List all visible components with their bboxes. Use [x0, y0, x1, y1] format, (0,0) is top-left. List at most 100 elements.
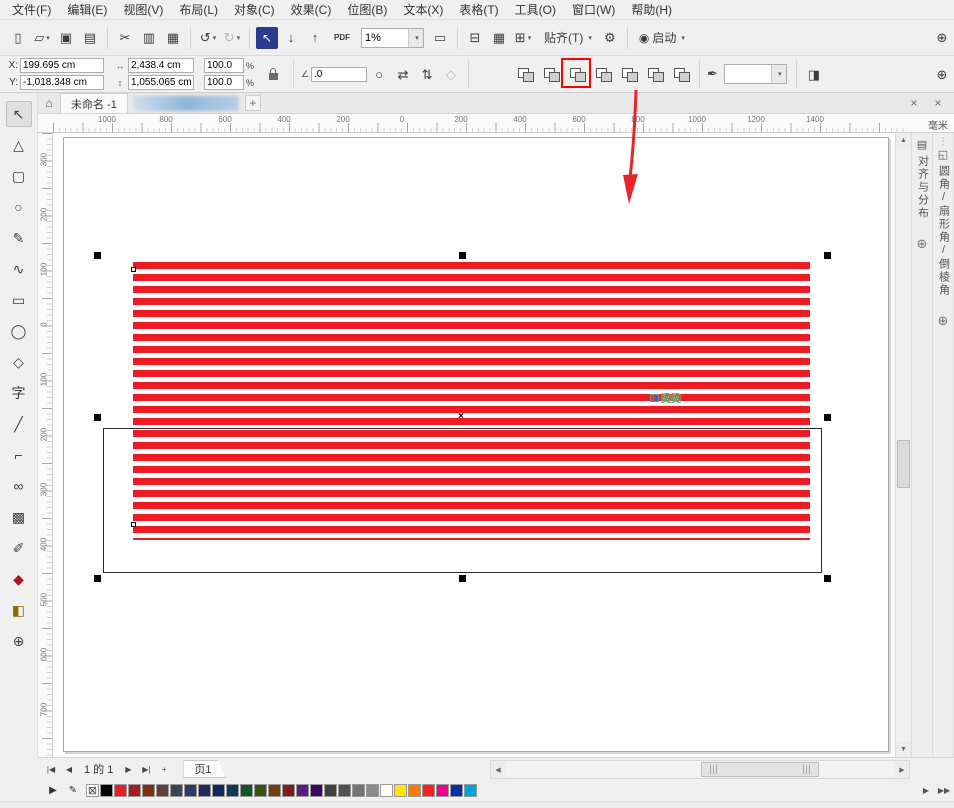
trim-button[interactable]	[539, 62, 563, 86]
customize-toolbar-button[interactable]: ⊕	[931, 27, 953, 49]
selection-handle[interactable]	[824, 414, 831, 421]
polygon-tool[interactable]: ◇	[6, 349, 32, 375]
simplify-button[interactable]	[591, 62, 615, 86]
lock-ratio-button[interactable]	[264, 61, 282, 87]
docker-quick-customize-button[interactable]: ⊕	[938, 313, 949, 329]
welcome-home-button[interactable]: ⌂	[40, 94, 58, 112]
ellipse-tool[interactable]: ◯	[6, 318, 32, 344]
new-document-tab-button[interactable]: +	[245, 95, 261, 111]
zoom-tool[interactable]: ○	[6, 194, 32, 220]
horizontal-scrollbar-track[interactable]	[505, 761, 895, 778]
menu-item-view[interactable]: 视图(V)	[115, 0, 171, 20]
text-tool[interactable]: 字	[6, 380, 32, 406]
weld-button[interactable]	[513, 62, 537, 86]
selection-handle[interactable]	[824, 252, 831, 259]
pattern-fill-tool[interactable]: ▩	[6, 504, 32, 530]
freehand-tool[interactable]: ✎	[6, 225, 32, 251]
color-swatch[interactable]	[352, 784, 365, 797]
color-swatch[interactable]	[198, 784, 211, 797]
menu-item-bitmaps[interactable]: 位图(B)	[339, 0, 395, 20]
new-document-button[interactable]: ▯	[7, 27, 29, 49]
palette-scroll-end-button[interactable]: ▶▶	[936, 783, 952, 799]
first-page-button[interactable]: |◀	[43, 761, 59, 777]
next-page-button[interactable]: ▶	[120, 761, 136, 777]
app-launcher-button[interactable]: ↖	[256, 27, 278, 49]
color-swatch[interactable]	[142, 784, 155, 797]
scroll-left-button[interactable]: ◀	[491, 761, 505, 778]
rectangle-tool[interactable]: ▭	[6, 287, 32, 313]
menu-item-edit[interactable]: 编辑(E)	[59, 0, 115, 20]
crop-tool[interactable]: ▢	[6, 163, 32, 189]
x-position-input[interactable]	[20, 58, 104, 73]
canvas[interactable]: 烫烫 ×	[53, 133, 895, 757]
zoom-level-combo[interactable]: ▾	[361, 28, 424, 48]
color-swatch[interactable]	[156, 784, 169, 797]
color-swatch[interactable]	[422, 784, 435, 797]
color-swatch[interactable]	[296, 784, 309, 797]
dimension-tool[interactable]: ╱	[6, 411, 32, 437]
docker-tab-align-distribute[interactable]: 对齐与分布	[917, 155, 928, 220]
page-tab[interactable]: 页1	[183, 760, 226, 778]
add-page-button[interactable]: +	[156, 761, 172, 777]
intersect-button[interactable]	[565, 62, 589, 86]
rotation-direction-button[interactable]: ○	[368, 63, 390, 85]
color-swatch[interactable]	[240, 784, 253, 797]
color-swatch[interactable]	[282, 784, 295, 797]
options-button[interactable]: ⚙	[599, 27, 621, 49]
palette-scroll-right-button[interactable]: ▶	[918, 783, 934, 799]
docker-tab-fillet-scallop-chamfer-icon[interactable]: ◱	[938, 148, 948, 161]
snap-to-button[interactable]: 贴齐(T)▾	[536, 27, 597, 49]
color-swatch[interactable]	[464, 784, 477, 797]
menu-item-table[interactable]: 表格(T)	[451, 0, 506, 20]
show-rulers-button[interactable]: ⊟	[464, 27, 486, 49]
color-swatch[interactable]	[394, 784, 407, 797]
obscured-document-tab[interactable]	[133, 96, 239, 111]
color-swatch[interactable]	[450, 784, 463, 797]
scroll-right-button[interactable]: ▶	[895, 761, 909, 778]
copy-button[interactable]: ▥	[138, 27, 160, 49]
undo-button[interactable]: ↺▾	[197, 27, 219, 49]
convert-to-curves-button[interactable]: ◇	[440, 63, 462, 85]
bezier-tool[interactable]: ∿	[6, 256, 32, 282]
menu-item-layout[interactable]: 布局(L)	[171, 0, 226, 20]
docker-quick-customize-button[interactable]: ⊕	[917, 236, 928, 252]
curve-node-marker[interactable]	[131, 267, 136, 272]
pick-tool[interactable]: ↖	[6, 101, 32, 127]
selection-handle[interactable]	[94, 252, 101, 259]
color-swatch[interactable]	[436, 784, 449, 797]
scale-y-input[interactable]	[204, 75, 244, 90]
scroll-up-button[interactable]: ▲	[896, 133, 911, 148]
import-button[interactable]: ↓	[280, 27, 302, 49]
color-swatch[interactable]	[114, 784, 127, 797]
selection-handle[interactable]	[459, 252, 466, 259]
previous-page-button[interactable]: ◀	[61, 761, 77, 777]
color-swatch[interactable]	[268, 784, 281, 797]
rectangle-object[interactable]	[103, 428, 822, 573]
mirror-vertical-button[interactable]: ⇅	[416, 63, 438, 85]
redo-button[interactable]: ↻▾	[221, 27, 243, 49]
color-swatch[interactable]	[366, 784, 379, 797]
color-swatch[interactable]	[324, 784, 337, 797]
selection-handle[interactable]	[824, 575, 831, 582]
color-swatch[interactable]	[408, 784, 421, 797]
zoom-level-combo-drop-button[interactable]: ▾	[408, 29, 423, 47]
color-swatch[interactable]	[310, 784, 323, 797]
outline-width-combo[interactable]: ▾	[724, 64, 787, 84]
close-document-button[interactable]: ×	[906, 95, 922, 111]
color-swatch[interactable]	[100, 784, 113, 797]
outline-pen-tool[interactable]: ◆	[6, 566, 32, 592]
front-minus-back-button[interactable]	[617, 62, 641, 86]
outline-width-drop-button[interactable]: ▾	[771, 65, 786, 83]
connector-tool[interactable]: ⌐	[6, 442, 32, 468]
color-swatch[interactable]	[170, 784, 183, 797]
selection-handle[interactable]	[459, 575, 466, 582]
color-swatch[interactable]	[212, 784, 225, 797]
color-swatch[interactable]	[380, 784, 393, 797]
export-button[interactable]: ↑	[304, 27, 326, 49]
wrap-text-button[interactable]: ◨	[803, 63, 825, 85]
menu-item-help[interactable]: 帮助(H)	[623, 0, 680, 20]
zoom-level-combo-input[interactable]	[362, 30, 408, 46]
vertical-scrollbar[interactable]: ▲ ▼	[895, 133, 911, 757]
docker-tab-fillet-scallop-chamfer[interactable]: 圆角/扇形角/倒棱角	[938, 165, 949, 297]
horizontal-scrollbar[interactable]: ◀ ▶	[490, 760, 910, 779]
